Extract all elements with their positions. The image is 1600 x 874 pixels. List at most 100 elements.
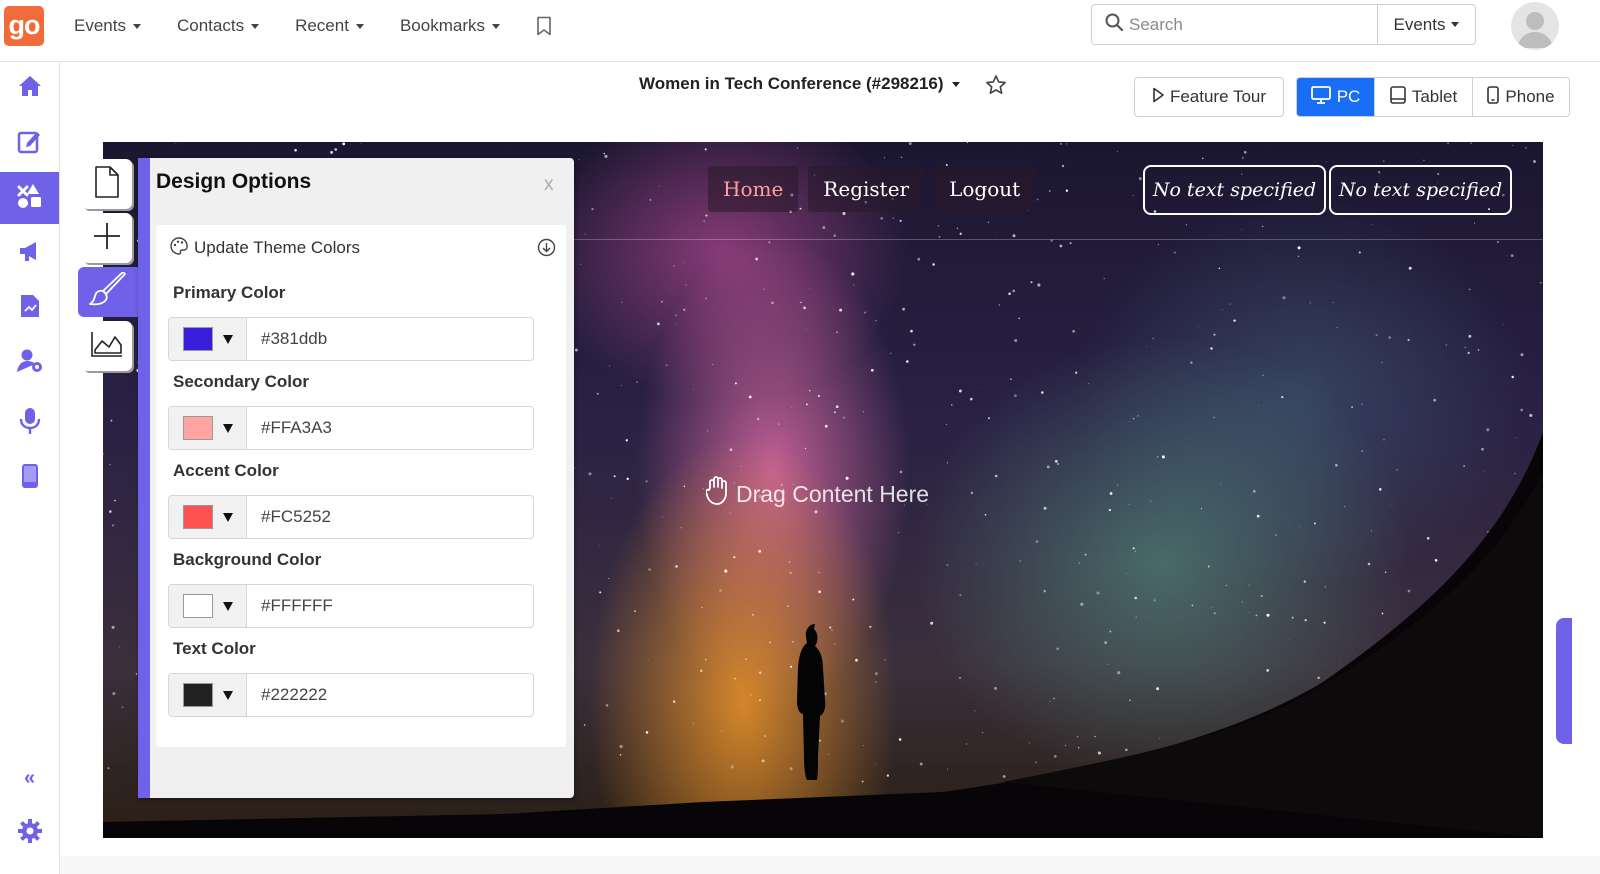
search-input[interactable]	[1129, 14, 1359, 35]
background-color-label: Background Color	[173, 550, 322, 569]
feature-tour-button[interactable]: Feature Tour	[1134, 77, 1284, 117]
secondary-color-picker[interactable]	[169, 407, 247, 449]
search-scope-dropdown[interactable]: Events	[1377, 5, 1475, 44]
bottom-strip	[60, 856, 1600, 874]
primary-color-field: #381ddb	[168, 317, 534, 361]
chart-icon	[90, 330, 124, 363]
site-nav-logout[interactable]: Logout	[934, 166, 1036, 212]
nav-contacts-label: Contacts	[176, 16, 245, 35]
sidebar-item-reports[interactable]	[0, 282, 59, 334]
background-color-input[interactable]: #FFFFFF	[247, 585, 533, 627]
mobile-icon	[21, 463, 39, 494]
chevron-down-icon	[251, 23, 260, 29]
text-color-field: #222222	[168, 673, 534, 717]
accent-color-label: Accent Color	[173, 461, 279, 480]
tablet-icon	[1390, 85, 1406, 109]
tool-analytics[interactable]	[82, 321, 132, 371]
global-search: Events	[1091, 4, 1476, 45]
top-nav: Events Contacts Recent Bookmarks	[74, 0, 554, 52]
tool-pages[interactable]	[82, 159, 132, 209]
left-sidebar: «	[0, 62, 60, 874]
sidebar-item-mobile[interactable]	[0, 452, 59, 504]
gear-icon	[17, 818, 43, 849]
primary-color-input[interactable]: #381ddb	[247, 318, 533, 360]
search-scope-label: Events	[1393, 14, 1446, 34]
device-tablet-button[interactable]: Tablet	[1374, 78, 1472, 116]
sidebar-item-edit[interactable]	[0, 117, 59, 169]
nav-contacts[interactable]: Contacts	[176, 16, 260, 36]
site-nav-home[interactable]: Home	[708, 166, 799, 212]
text-color-input[interactable]: #222222	[247, 674, 533, 716]
nav-bookmarks[interactable]: Bookmarks	[400, 16, 500, 36]
top-bar: go Events Contacts Recent Bookmarks Sear…	[0, 0, 1600, 62]
nav-recent-label: Recent	[295, 16, 349, 35]
device-pc-button[interactable]: PC	[1297, 78, 1374, 116]
header-button-2[interactable]: No text specified	[1329, 165, 1512, 215]
secondary-color-label: Secondary Color	[173, 372, 310, 391]
site-navigation: Home Register Logout	[708, 166, 1036, 212]
user-settings-icon	[16, 348, 44, 379]
user-avatar[interactable]	[1511, 2, 1559, 50]
drag-hand-icon	[705, 476, 728, 512]
device-phone-label: Phone	[1505, 87, 1555, 106]
header-divider	[573, 239, 1543, 240]
text-color-swatch	[182, 683, 213, 707]
nav-events-label: Events	[74, 16, 126, 35]
sidebar-collapse-button[interactable]: «	[0, 752, 59, 804]
phone-icon	[1487, 85, 1500, 109]
tool-design[interactable]	[78, 267, 138, 317]
background-color-swatch	[182, 594, 213, 618]
site-nav-register[interactable]: Register	[808, 166, 925, 212]
design-icon	[16, 183, 44, 214]
chevron-down-icon	[355, 23, 364, 29]
sidebar-item-design[interactable]	[0, 172, 59, 224]
chevron-down-icon	[491, 23, 500, 29]
close-button[interactable]: x	[544, 174, 554, 196]
update-theme-colors-toggle[interactable]: Update Theme Colors	[170, 235, 556, 261]
primary-color-picker[interactable]	[169, 318, 247, 360]
plus-icon	[92, 221, 122, 256]
search-icon	[1105, 13, 1124, 36]
nav-events[interactable]: Events	[74, 16, 141, 36]
header-button-1[interactable]: No text specified	[1143, 165, 1326, 215]
background-color-field: #FFFFFF	[168, 584, 534, 628]
feature-tour-label: Feature Tour	[1169, 87, 1267, 106]
favorite-star-icon[interactable]	[985, 74, 1007, 101]
accent-color-input[interactable]: #FC5252	[247, 496, 533, 538]
tool-add[interactable]	[82, 213, 132, 263]
background-color-picker[interactable]	[169, 585, 247, 627]
panel-body: Update Theme Colors Primary Color #381dd…	[156, 225, 566, 747]
device-switcher: PC Tablet Phone	[1296, 77, 1570, 117]
accent-color-swatch	[182, 505, 213, 529]
microphone-icon	[19, 407, 41, 440]
device-pc-label: PC	[1336, 87, 1361, 106]
report-icon	[19, 293, 41, 324]
chevron-down-icon	[132, 23, 141, 29]
accent-color-field: #FC5252	[168, 495, 534, 539]
drag-content-hint[interactable]: Drag Content Here	[705, 476, 929, 512]
megaphone-icon	[17, 239, 43, 268]
sidebar-item-speakers[interactable]	[0, 397, 59, 449]
secondary-color-input[interactable]: #FFA3A3	[247, 407, 533, 449]
right-edge-tab[interactable]	[1556, 618, 1572, 744]
nav-recent[interactable]: Recent	[295, 16, 364, 36]
sidebar-item-user-settings[interactable]	[0, 337, 59, 389]
expand-circle-icon[interactable]	[537, 238, 556, 262]
secondary-color-field: #FFA3A3	[168, 406, 534, 450]
search-field[interactable]	[1092, 5, 1377, 44]
accent-color-picker[interactable]	[169, 496, 247, 538]
sidebar-item-home[interactable]	[0, 62, 59, 114]
page-icon	[94, 165, 120, 203]
event-title: Women in Tech Conference (#298216)	[639, 74, 944, 93]
text-color-picker[interactable]	[169, 674, 247, 716]
primary-color-label: Primary Color	[173, 283, 286, 302]
app-logo[interactable]: go	[4, 6, 44, 46]
panel-title: Design Options	[156, 170, 312, 193]
sidebar-item-settings[interactable]	[0, 807, 59, 859]
bookmark-icon[interactable]	[536, 16, 554, 36]
design-options-panel: Design Options x Update Theme Colors Pri…	[138, 158, 574, 798]
device-phone-button[interactable]: Phone	[1472, 78, 1569, 116]
event-title-dropdown[interactable]: Women in Tech Conference (#298216)	[639, 74, 960, 94]
update-theme-colors-label: Update Theme Colors	[194, 238, 360, 257]
sidebar-item-marketing[interactable]	[0, 227, 59, 279]
